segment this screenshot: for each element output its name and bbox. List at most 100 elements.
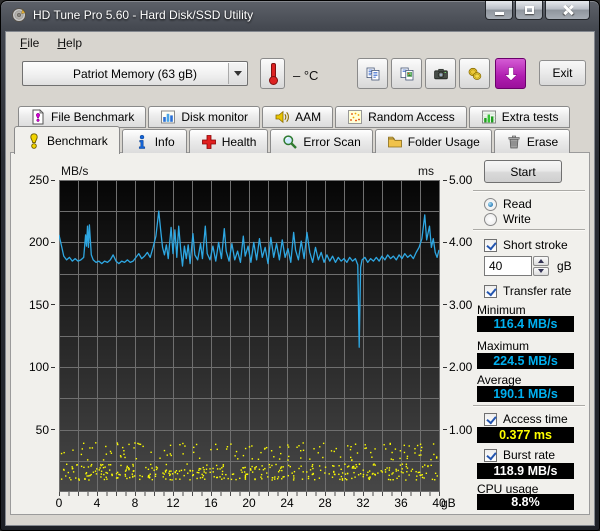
- maximum-label: Maximum: [477, 339, 529, 353]
- minimize-button[interactable]: [485, 1, 513, 20]
- screenshot-button[interactable]: [425, 58, 456, 89]
- tab-error-scan[interactable]: Error Scan: [270, 129, 372, 153]
- tab-erase[interactable]: Erase: [494, 129, 570, 153]
- tab-extra-tests[interactable]: Extra tests: [469, 106, 571, 128]
- access-time-label: Access time: [503, 412, 568, 426]
- tab-label: Benchmark: [47, 134, 108, 148]
- menu-help[interactable]: Help: [48, 34, 91, 52]
- stepper-down-button[interactable]: [533, 267, 549, 277]
- short-stroke-label: Short stroke: [503, 238, 568, 252]
- extra-tests-icon: [481, 109, 497, 125]
- error-scan-icon: [282, 134, 298, 150]
- separator: [473, 190, 585, 192]
- transfer-rate-checkbox[interactable]: [484, 285, 497, 298]
- tab-benchmark[interactable]: Benchmark: [14, 126, 120, 154]
- menu-bar: File Help: [6, 32, 594, 54]
- health-icon: [201, 134, 217, 150]
- short-stroke-checkbox[interactable]: [484, 239, 497, 252]
- tab-folder-usage[interactable]: Folder Usage: [375, 129, 492, 153]
- benchmark-icon: [26, 133, 42, 149]
- window-title: HD Tune Pro 5.60 - Hard Disk/SSD Utility: [33, 8, 253, 22]
- camera-icon: [433, 66, 449, 82]
- access-time-checkbox[interactable]: [484, 413, 497, 426]
- copy-text-button[interactable]: [357, 58, 388, 89]
- start-button[interactable]: Start: [484, 160, 562, 183]
- tab-label: Extra tests: [502, 110, 559, 124]
- x-axis-tick: 0: [44, 496, 74, 510]
- y-axis-tick: 250: [11, 173, 55, 187]
- read-option[interactable]: Read: [484, 197, 532, 211]
- copy-image-button[interactable]: [391, 58, 422, 89]
- chevron-down-icon: [228, 63, 246, 84]
- separator: [473, 229, 585, 231]
- donate-button[interactable]: [459, 58, 490, 89]
- read-label: Read: [503, 197, 532, 211]
- update-button[interactable]: [495, 58, 526, 89]
- thermometer-icon: [268, 63, 277, 85]
- tab-health[interactable]: Health: [189, 129, 269, 153]
- read-radio[interactable]: [484, 198, 497, 211]
- tab-row-secondary: File Benchmark Disk monitor AAM Random Acce…: [6, 106, 594, 128]
- menu-file[interactable]: File: [11, 34, 48, 52]
- minimum-label: Minimum: [477, 303, 526, 317]
- average-label: Average: [477, 373, 521, 387]
- folder-usage-icon: [387, 134, 403, 150]
- tab-label: File Benchmark: [51, 110, 134, 124]
- burst-rate-checkbox[interactable]: [484, 449, 497, 462]
- x-axis-tick: 36: [386, 496, 416, 510]
- tab-file-benchmark[interactable]: File Benchmark: [18, 106, 146, 128]
- client-area: File Help Patriot Memory (63 gB) – °C: [5, 31, 595, 526]
- info-icon: [134, 134, 150, 150]
- copy-image-icon: [399, 66, 415, 82]
- tab-info[interactable]: Info: [122, 129, 187, 153]
- tab-random-access[interactable]: Random Access: [335, 106, 467, 128]
- aam-icon: [274, 109, 290, 125]
- tab-disk-monitor[interactable]: Disk monitor: [148, 106, 260, 128]
- stepper-up-button[interactable]: [533, 256, 549, 266]
- app-icon: [11, 7, 27, 23]
- x-axis-tick: 32: [348, 496, 378, 510]
- write-label: Write: [503, 212, 531, 226]
- access-time-option[interactable]: Access time: [484, 412, 568, 426]
- window-controls: [485, 1, 590, 20]
- left-axis-title: MB/s: [61, 164, 88, 178]
- write-option[interactable]: Write: [484, 212, 531, 226]
- short-stroke-option[interactable]: Short stroke: [484, 238, 568, 252]
- tab-label: AAM: [295, 110, 321, 124]
- write-radio[interactable]: [484, 213, 497, 226]
- arrow-up-icon: [538, 256, 544, 263]
- app-window: HD Tune Pro 5.60 - Hard Disk/SSD Utility…: [0, 0, 600, 531]
- title-bar[interactable]: HD Tune Pro 5.60 - Hard Disk/SSD Utility: [1, 1, 599, 29]
- x-axis-tick: 4: [82, 496, 112, 510]
- transfer-rate-option[interactable]: Transfer rate: [484, 284, 571, 298]
- temperature-button[interactable]: [260, 58, 285, 89]
- copy-text-icon: [365, 66, 381, 82]
- minimum-value: 116.4 MB/s: [477, 316, 574, 332]
- transfer-rate-label: Transfer rate: [503, 284, 571, 298]
- maximize-button[interactable]: [515, 1, 543, 20]
- maximize-icon: [525, 6, 534, 14]
- right-axis-title: ms: [418, 164, 434, 178]
- toolbar: Patriot Memory (63 gB) – °C: [6, 54, 594, 102]
- close-button[interactable]: [545, 1, 590, 20]
- arrow-down-icon: [538, 269, 544, 276]
- short-stroke-input[interactable]: [484, 256, 532, 276]
- tab-label: Erase: [527, 135, 558, 149]
- separator: [473, 405, 585, 407]
- drive-select[interactable]: Patriot Memory (63 gB): [22, 61, 248, 86]
- benchmark-page: MB/sms250200150100505.004.003.002.001.00…: [10, 152, 590, 515]
- short-stroke-stepper: [533, 256, 549, 276]
- tab-label: Random Access: [368, 110, 455, 124]
- x-axis-tick: 28: [310, 496, 340, 510]
- exit-button[interactable]: Exit: [539, 60, 586, 86]
- short-stroke-unit: gB: [557, 259, 572, 273]
- drive-select-value: Patriot Memory (63 gB): [73, 67, 197, 81]
- y-axis-tick: 50: [11, 423, 55, 437]
- burst-rate-option[interactable]: Burst rate: [484, 448, 555, 462]
- tab-label: Info: [155, 135, 175, 149]
- cpu-usage-value: 8.8%: [477, 494, 574, 510]
- access-time-value: 0.377 ms: [477, 427, 574, 443]
- tab-aam[interactable]: AAM: [262, 106, 333, 128]
- benchmark-sidebar: Start Read Write Short stroke: [471, 153, 595, 514]
- file-benchmark-icon: [30, 109, 46, 125]
